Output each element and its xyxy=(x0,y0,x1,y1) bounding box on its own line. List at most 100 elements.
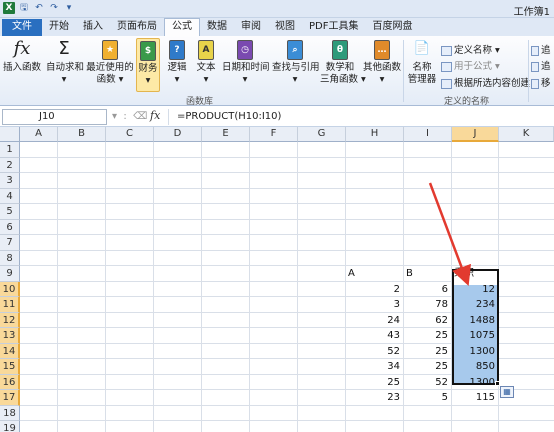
row-header-9[interactable]: 9 xyxy=(0,266,20,282)
formula-bar-controls: ▾ : ⌫ xyxy=(112,111,148,122)
cell-H12[interactable]: 24 xyxy=(346,313,404,328)
trace-precedents-button[interactable]: 追 xyxy=(531,42,551,56)
cell-I17[interactable]: 5 xyxy=(404,390,452,405)
cell-J17[interactable]: 115 xyxy=(452,390,499,405)
insert-function-button[interactable]: fx 插入函数 xyxy=(2,38,42,74)
row-header-14[interactable]: 14 xyxy=(0,343,20,359)
cell-H15[interactable]: 34 xyxy=(346,359,404,374)
define-name-button[interactable]: 定义名称 ▾ xyxy=(441,42,500,56)
row-header-17[interactable]: 17 xyxy=(0,390,20,406)
formula-input[interactable]: =PRODUCT(H10:I10) xyxy=(168,109,554,125)
cell-J13[interactable]: 1075 xyxy=(452,328,499,343)
logical-book-icon: ? xyxy=(169,40,185,60)
cell-I10[interactable]: 6 xyxy=(404,282,452,297)
column-header-F[interactable]: F xyxy=(250,127,298,142)
title-bar: X 🖫 ↶ ↷ ▾ 工作簿1 xyxy=(0,0,554,18)
row-header-11[interactable]: 11 xyxy=(0,297,20,313)
cell-I12[interactable]: 62 xyxy=(404,313,452,328)
row-header-1[interactable]: 1 xyxy=(0,142,20,158)
column-header-G[interactable]: G xyxy=(298,127,346,142)
tab-file[interactable]: 文件 xyxy=(2,19,42,36)
tab-insert[interactable]: 插入 xyxy=(76,19,110,36)
math-book-icon: θ xyxy=(332,40,348,60)
cell-I13[interactable]: 25 xyxy=(404,328,452,343)
row-header-4[interactable]: 4 xyxy=(0,188,20,204)
create-from-selection-button[interactable]: 根据所选内容创建 xyxy=(441,75,530,89)
name-manager-button[interactable]: 📄 名称 管理器 xyxy=(405,38,439,86)
column-header-K[interactable]: K xyxy=(499,127,554,142)
trace-dependents-button[interactable]: 追 xyxy=(531,58,551,72)
text-button[interactable]: A 文本 ▾ xyxy=(194,38,218,86)
financial-button[interactable]: $ 财务 ▾ xyxy=(136,38,160,92)
tab-review[interactable]: 审阅 xyxy=(234,19,268,36)
cell-J10[interactable]: 12 xyxy=(452,282,499,297)
row-header-7[interactable]: 7 xyxy=(0,235,20,251)
column-header-I[interactable]: I xyxy=(404,127,452,142)
cell-J15[interactable]: 850 xyxy=(452,359,499,374)
datetime-button[interactable]: ◷ 日期和时间 ▾ xyxy=(222,38,270,86)
column-header-A[interactable]: A xyxy=(20,127,58,142)
cell-J11[interactable]: 234 xyxy=(452,297,499,312)
tab-home[interactable]: 开始 xyxy=(42,19,76,36)
lookup-button[interactable]: ⌕ 查找与引用 ▾ xyxy=(272,38,320,86)
auto-fill-options-icon[interactable]: ▦ xyxy=(500,386,514,398)
save-icon[interactable]: 🖫 xyxy=(18,2,30,14)
cell-H16[interactable]: 25 xyxy=(346,375,404,390)
header-cell-I9[interactable]: B xyxy=(406,266,454,281)
redo-icon[interactable]: ↷ xyxy=(48,2,60,14)
row-header-3[interactable]: 3 xyxy=(0,173,20,189)
row-header-12[interactable]: 12 xyxy=(0,312,20,328)
cell-I15[interactable]: 25 xyxy=(404,359,452,374)
row-header-15[interactable]: 15 xyxy=(0,359,20,375)
ribbon-tabs: 文件 开始 插入 页面布局 公式 数据 审阅 视图 PDF工具集 百度网盘 xyxy=(0,18,554,36)
math-trig-button[interactable]: θ 数学和 三角函数 ▾ xyxy=(320,38,366,86)
column-header-E[interactable]: E xyxy=(202,127,250,142)
name-box[interactable]: J10 xyxy=(2,109,107,125)
row-header-2[interactable]: 2 xyxy=(0,157,20,173)
column-header-D[interactable]: D xyxy=(154,127,202,142)
row-header-13[interactable]: 13 xyxy=(0,328,20,344)
row-header-19[interactable]: 19 xyxy=(0,421,20,432)
tab-page-layout[interactable]: 页面布局 xyxy=(110,19,164,36)
header-cell-H9[interactable]: A xyxy=(348,266,406,281)
cell-H13[interactable]: 43 xyxy=(346,328,404,343)
more-functions-button[interactable]: … 其他函数 ▾ xyxy=(362,38,402,86)
remove-arrows-button[interactable]: 移 xyxy=(531,75,551,89)
cell-J12[interactable]: 1488 xyxy=(452,313,499,328)
customize-qat-icon[interactable]: ▾ xyxy=(63,2,75,14)
cell-J16[interactable]: 1300 xyxy=(452,375,499,390)
tab-data[interactable]: 数据 xyxy=(200,19,234,36)
use-in-formula-button[interactable]: 用于公式 ▾ xyxy=(441,58,500,72)
column-header-J[interactable]: J xyxy=(452,127,499,142)
recently-used-button[interactable]: ★ 最近使用的 函数 ▾ xyxy=(86,38,134,86)
cell-I14[interactable]: 25 xyxy=(404,344,452,359)
column-header-H[interactable]: H xyxy=(346,127,404,142)
cell-I16[interactable]: 52 xyxy=(404,375,452,390)
cell-J14[interactable]: 1300 xyxy=(452,344,499,359)
row-header-5[interactable]: 5 xyxy=(0,204,20,220)
row-header-8[interactable]: 8 xyxy=(0,250,20,266)
cell-H14[interactable]: 52 xyxy=(346,344,404,359)
cell-H11[interactable]: 3 xyxy=(346,297,404,312)
undo-icon[interactable]: ↶ xyxy=(33,2,45,14)
cell-H10[interactable]: 2 xyxy=(346,282,404,297)
header-cell-J9[interactable]: 乘积 xyxy=(454,266,501,281)
tab-pdf-tools[interactable]: PDF工具集 xyxy=(302,19,365,36)
cell-H17[interactable]: 23 xyxy=(346,390,404,405)
cell-I11[interactable]: 78 xyxy=(404,297,452,312)
tab-view[interactable]: 视图 xyxy=(268,19,302,36)
column-header-B[interactable]: B xyxy=(58,127,106,142)
row-header-16[interactable]: 16 xyxy=(0,374,20,390)
group-defined-names: 定义的名称 xyxy=(444,97,490,107)
row-header-6[interactable]: 6 xyxy=(0,219,20,235)
trace-dependents-icon xyxy=(531,61,539,72)
column-header-C[interactable]: C xyxy=(106,127,154,142)
row-header-18[interactable]: 18 xyxy=(0,405,20,421)
autosum-button[interactable]: Σ 自动求和 ▾ xyxy=(46,38,84,86)
insert-function-icon[interactable]: fx xyxy=(150,109,160,122)
logical-button[interactable]: ? 逻辑 ▾ xyxy=(165,38,189,86)
select-all-corner[interactable] xyxy=(0,127,20,142)
tab-baidu-netdisk[interactable]: 百度网盘 xyxy=(365,19,419,36)
row-header-10[interactable]: 10 xyxy=(0,281,20,297)
tab-formulas[interactable]: 公式 xyxy=(164,18,200,36)
